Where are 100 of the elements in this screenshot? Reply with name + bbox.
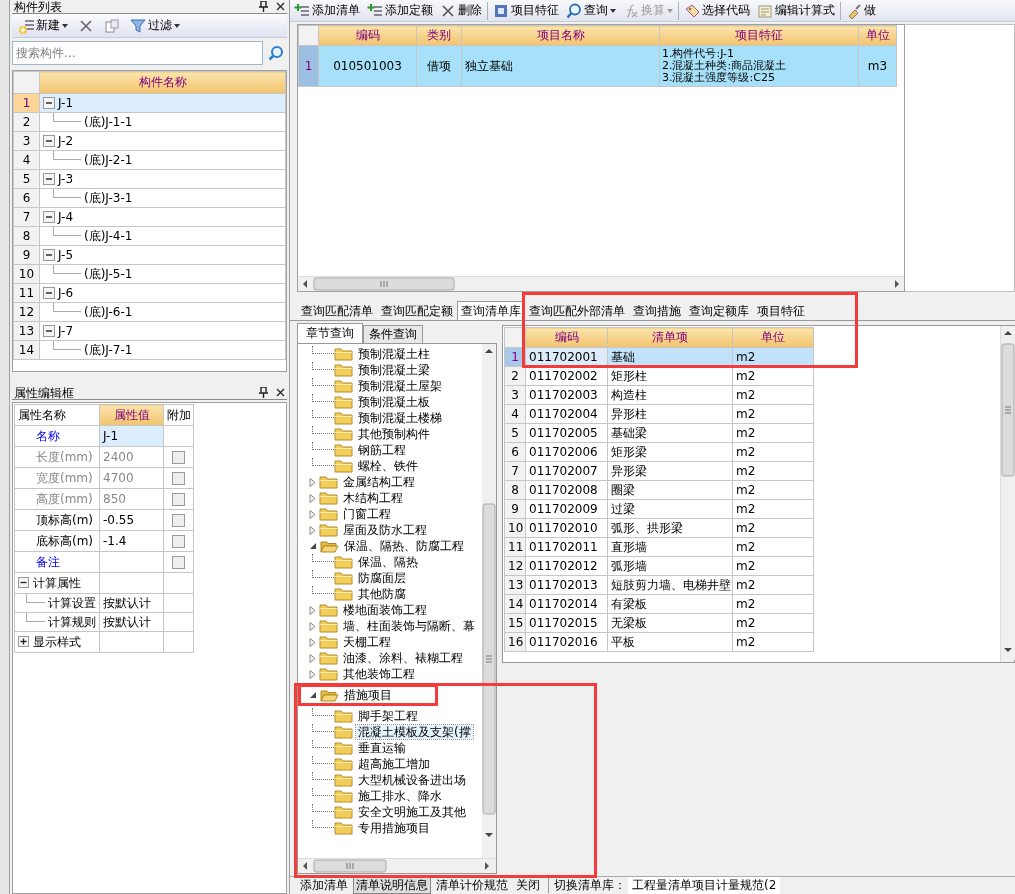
tree-item[interactable]: 油漆、涂料、裱糊工程 — [341, 651, 465, 665]
library-select[interactable]: 工程量清单项目计量规范(2 — [628, 877, 781, 894]
component-name[interactable]: J-6 — [58, 285, 74, 301]
do-button[interactable]: 做 — [844, 1, 878, 20]
collapse-icon[interactable] — [18, 577, 29, 589]
expand-arrow-icon[interactable] — [309, 653, 316, 663]
table-cell[interactable]: m2 — [732, 385, 814, 405]
component-name[interactable]: J-1 — [58, 95, 74, 111]
table-cell[interactable]: 011702002 — [525, 366, 608, 386]
tab[interactable]: 章节查询 — [297, 323, 363, 343]
copy-button[interactable] — [102, 16, 122, 35]
table-cell[interactable]: m2 — [732, 442, 814, 462]
table-cell[interactable]: 异形梁 — [607, 461, 733, 481]
table-cell[interactable]: m2 — [732, 632, 814, 652]
tree-item[interactable]: 专用措施项目 — [356, 821, 432, 835]
table-cell[interactable]: 构造柱 — [607, 385, 733, 405]
table-cell[interactable]: 平板 — [607, 632, 733, 652]
table-cell[interactable]: 直形墙 — [607, 537, 733, 557]
tab[interactable]: 查询匹配定额 — [377, 301, 457, 320]
tree-item[interactable]: 预制混凝土楼梯 — [356, 411, 444, 425]
component-name[interactable]: J-7 — [58, 323, 74, 339]
table-cell[interactable]: 011702014 — [525, 594, 608, 614]
expand-arrow-icon[interactable] — [309, 493, 316, 503]
component-name[interactable]: (底)J-2-1 — [84, 152, 133, 168]
table-cell[interactable]: 011702009 — [525, 499, 608, 519]
table-cell[interactable]: m2 — [732, 499, 814, 519]
column-header[interactable]: 清单项 — [607, 327, 733, 348]
table-cell[interactable]: m2 — [732, 404, 814, 424]
table-cell[interactable]: m2 — [732, 480, 814, 500]
component-name[interactable]: J-4 — [58, 209, 74, 225]
column-header[interactable]: 编码 — [525, 327, 608, 348]
table-cell[interactable]: 过梁 — [607, 499, 733, 519]
table-cell[interactable]: 矩形梁 — [607, 442, 733, 462]
tree-item[interactable]: 预制混凝土梁 — [356, 363, 432, 377]
tab[interactable]: 添加清单 — [297, 877, 351, 894]
component-name[interactable]: (底)J-4-1 — [84, 228, 133, 244]
expand-arrow-icon[interactable] — [309, 525, 316, 535]
table-cell[interactable]: 011702012 — [525, 556, 608, 576]
tree-item[interactable]: 其他预制构件 — [356, 427, 432, 441]
component-name[interactable]: (底)J-7-1 — [84, 342, 133, 358]
table-cell[interactable]: 011702003 — [525, 385, 608, 405]
checkbox[interactable] — [172, 555, 185, 569]
expand-arrow-icon[interactable] — [309, 669, 316, 679]
tree-item[interactable]: 木结构工程 — [341, 491, 405, 505]
tree-item[interactable]: 楼地面装饰工程 — [341, 603, 429, 617]
tab[interactable]: 查询清单库 — [457, 301, 525, 320]
table-cell[interactable]: m2 — [732, 594, 814, 614]
table-cell[interactable]: 011702013 — [525, 575, 608, 595]
column-header[interactable]: 属性名称 — [14, 404, 100, 426]
add-quota-button[interactable]: 添加定额 — [365, 1, 435, 20]
tree-item[interactable]: 其他装饰工程 — [341, 667, 417, 681]
features-button[interactable]: 项目特征 — [491, 1, 561, 20]
tree-item[interactable]: 螺栓、铁件 — [356, 459, 420, 473]
column-header[interactable]: 项目特征 — [659, 25, 859, 46]
table-cell[interactable]: 011702006 — [525, 442, 608, 462]
table-cell[interactable]: 短肢剪力墙、电梯井壁 — [607, 575, 733, 595]
property-value[interactable]: J-1 — [103, 428, 119, 443]
tree-item[interactable]: 保温、隔热 — [356, 555, 420, 569]
table-cell[interactable]: m2 — [732, 537, 814, 557]
checkbox[interactable] — [172, 471, 185, 485]
table-cell[interactable]: 圈梁 — [607, 480, 733, 500]
component-name[interactable]: J-3 — [58, 171, 74, 187]
collapse-arrow-icon[interactable] — [309, 691, 317, 699]
table-cell[interactable]: 011702008 — [525, 480, 608, 500]
tab[interactable]: 查询措施 — [629, 301, 685, 320]
expand-arrow-icon[interactable] — [309, 477, 316, 487]
collapse-arrow-icon[interactable] — [309, 542, 317, 550]
component-name[interactable]: (底)J-5-1 — [84, 266, 133, 282]
component-name[interactable]: J-2 — [58, 133, 74, 149]
pin-icon[interactable] — [259, 387, 268, 398]
tree-item[interactable]: 金属结构工程 — [341, 475, 417, 489]
table-cell[interactable]: 有梁板 — [607, 594, 733, 614]
tab[interactable]: 查询匹配清单 — [297, 301, 377, 320]
tree-item[interactable]: 垂直运输 — [356, 741, 408, 755]
expand-arrow-icon[interactable] — [309, 637, 316, 647]
checkbox[interactable] — [172, 492, 185, 506]
tree-item[interactable]: 保温、隔热、防腐工程 — [342, 539, 466, 553]
component-name[interactable]: J-5 — [58, 247, 74, 263]
column-header[interactable]: 编码 — [318, 25, 417, 46]
tree-item[interactable]: 钢筋工程 — [356, 443, 408, 457]
query-button[interactable]: 查询 — [564, 1, 618, 20]
tree-item[interactable]: 施工排水、降水 — [356, 789, 444, 803]
table-cell[interactable]: 011702016 — [525, 632, 608, 652]
table-cell[interactable]: 011702011 — [525, 537, 608, 557]
table-cell[interactable]: 011702005 — [525, 423, 608, 443]
table-cell[interactable]: 无梁板 — [607, 613, 733, 633]
table-cell[interactable]: 异形柱 — [607, 404, 733, 424]
column-header[interactable]: 附加 — [163, 404, 194, 426]
table-cell[interactable]: m2 — [732, 518, 814, 538]
checkbox[interactable] — [172, 450, 185, 464]
column-header[interactable]: 类别 — [416, 25, 462, 46]
table-cell[interactable]: m2 — [732, 613, 814, 633]
column-header[interactable]: 构件名称 — [39, 71, 286, 94]
expand-arrow-icon[interactable] — [309, 605, 316, 615]
edit-formula-button[interactable]: 编辑计算式 — [755, 1, 837, 20]
add-list-button[interactable]: 添加清单 — [292, 1, 362, 20]
tab[interactable]: 清单计价规范 — [433, 877, 511, 894]
tree-item[interactable]: 脚手架工程 — [356, 709, 420, 723]
pin-icon[interactable] — [259, 1, 268, 12]
table-cell[interactable]: 011702015 — [525, 613, 608, 633]
